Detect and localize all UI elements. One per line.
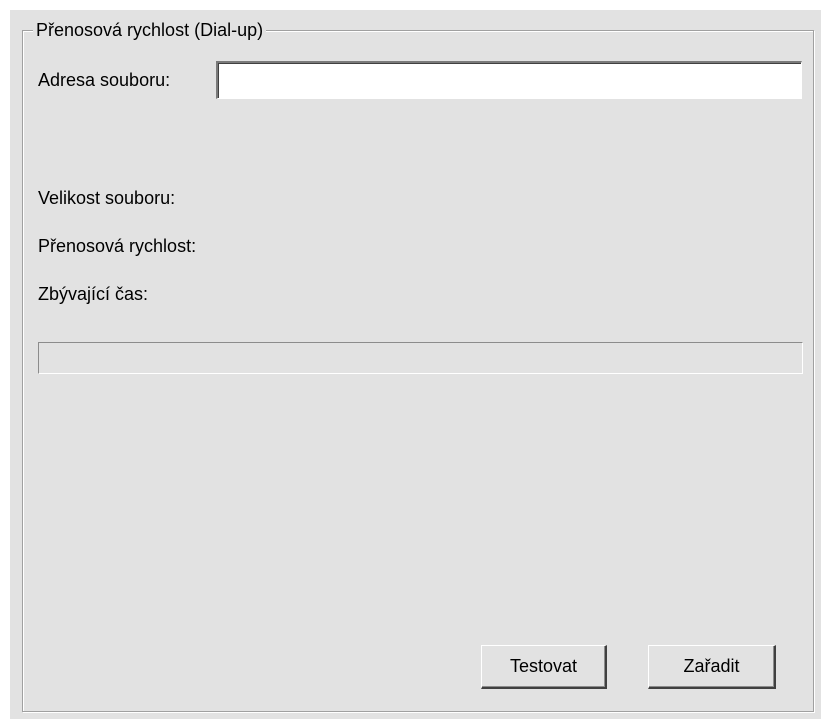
remaining-time-label: Zbývající čas: xyxy=(38,284,149,304)
file-size-label: Velikost souboru: xyxy=(38,188,176,208)
file-address-label: Adresa souboru: xyxy=(38,70,171,90)
transfer-rate-label: Přenosová rychlost: xyxy=(38,236,197,256)
test-button[interactable]: Testovat xyxy=(481,645,607,689)
download-progress-bar xyxy=(38,342,803,374)
groupbox-title: Přenosová rychlost (Dial-up) xyxy=(33,19,267,41)
queue-button[interactable]: Zařadit xyxy=(648,645,776,689)
file-address-input[interactable] xyxy=(216,61,802,99)
